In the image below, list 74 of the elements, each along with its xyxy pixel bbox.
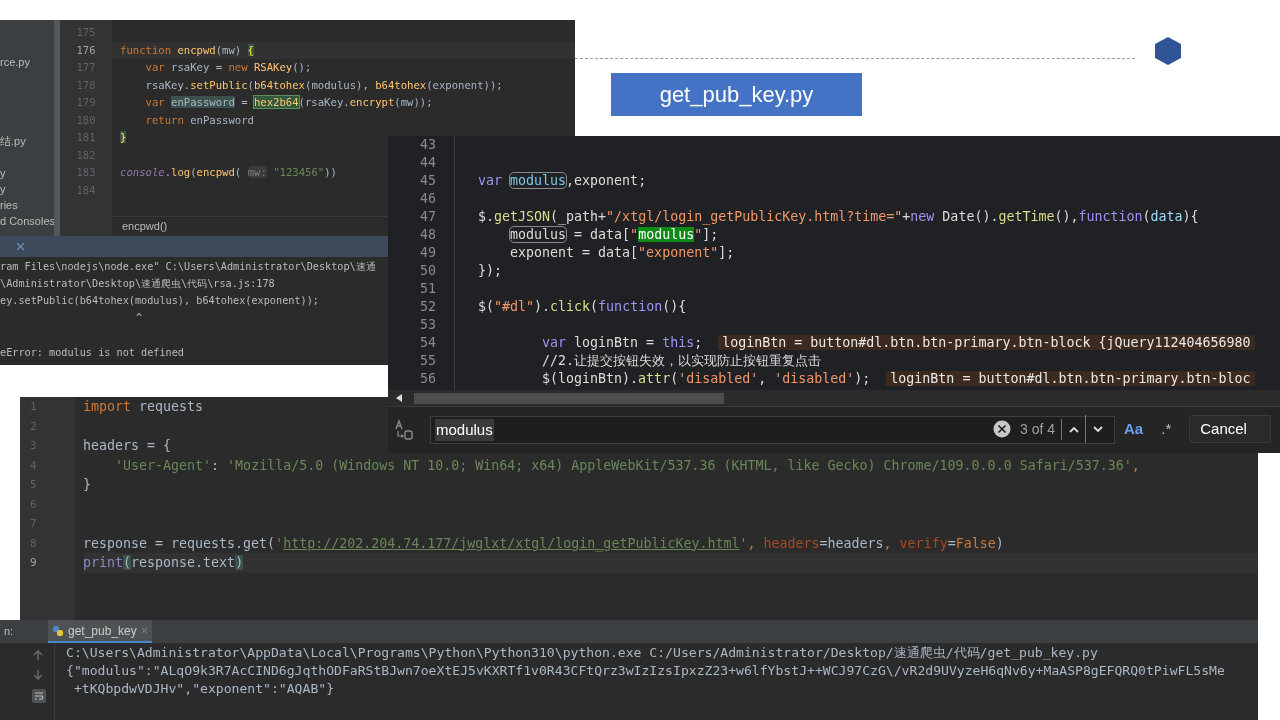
close-icon[interactable] xyxy=(16,242,25,251)
close-icon[interactable] xyxy=(140,627,148,634)
arrow-down-icon[interactable] xyxy=(32,669,44,681)
code-line: $.getJSON(_path+"/xtgl/login_getPublicKey.html?time="+new Date().getTime(),function(data){ xyxy=(478,209,1199,224)
slide-title: get_pub_key.py xyxy=(611,73,862,116)
arrow-up-icon[interactable] xyxy=(32,649,44,661)
chevron-up-icon xyxy=(1068,425,1079,433)
output-line: ^ xyxy=(135,311,143,325)
file-item[interactable]: rce.py xyxy=(0,54,30,70)
code-line: headers = { xyxy=(83,438,172,453)
code-line: console.log(encpwd( mw: "123456")) xyxy=(120,166,337,178)
horizontal-scrollbar[interactable] xyxy=(388,390,1280,406)
file-item[interactable]: y xyxy=(0,181,6,197)
code-line: var loginBtn = this; loginBtn = button#dl.btn.btn-primary.btn-block {jQuery112404656980 xyxy=(542,335,1255,350)
code-line: import requests xyxy=(83,399,204,414)
match-case-button[interactable]: Aa xyxy=(1124,417,1144,441)
code-line: $("#dl").click(function(){ xyxy=(478,299,687,314)
line-number: 51 xyxy=(420,280,436,298)
output-line: +tKQbpdwVDJHv","exponent":"AQAB"} xyxy=(72,680,335,698)
clear-icon[interactable] xyxy=(993,420,1011,438)
line-number: 52 xyxy=(420,298,436,316)
line-number: 47 xyxy=(420,208,436,226)
run-tab[interactable]: get_pub_key xyxy=(48,620,152,643)
code-line: modulus = data["modulus"]; xyxy=(510,227,719,242)
code-line: //2.让提交按钮失效，以实现防止按钮重复点击 xyxy=(542,353,822,368)
regex-button[interactable]: .* xyxy=(1161,417,1172,441)
scrollbar-thumb[interactable] xyxy=(414,392,724,404)
wrap-icon[interactable] xyxy=(32,689,46,703)
code-line: } xyxy=(83,477,91,492)
breadcrumb[interactable]: encpwd() xyxy=(122,218,168,235)
line-number: 56 xyxy=(420,370,436,388)
code-line: return enPassword xyxy=(144,113,254,126)
line-number: 44 xyxy=(420,154,436,172)
output-line: ey.setPublic(b64tohex(modulus), b64tohex(exponent)); xyxy=(0,294,319,308)
line-number: 9 xyxy=(30,555,38,571)
line-number: 46 xyxy=(420,190,436,208)
line-number: 50 xyxy=(420,262,436,280)
output-line: C:\Users\Administrator\AppData\Local\Programs\Python\Python310\python.exe C:/Users/Administrator/Desktop/速通爬虫/代码/get_pub_key.py xyxy=(66,644,1098,662)
panel-label: n: xyxy=(3,624,15,640)
code-line: var enPassword = hex2b64(rsaKey.encrypt(mw)); xyxy=(144,96,433,108)
line-number: 54 xyxy=(420,334,436,352)
scroll-left-icon[interactable] xyxy=(396,394,402,402)
output-line: \Administrator\Desktop\速通爬虫\代码\rsa.js:178 xyxy=(0,277,275,291)
code-line: exponent = data["exponent"]; xyxy=(510,245,735,260)
replace-icon[interactable] xyxy=(394,419,414,441)
line-number: 53 xyxy=(420,316,436,334)
code-line: var rsaKey = new RSAKey(); xyxy=(144,61,312,73)
line-number: 49 xyxy=(420,244,436,262)
output-line: eError: modulus is not defined xyxy=(0,346,184,360)
line-number: 176 xyxy=(76,42,96,58)
code-line: $(loginBtn).attr('disabled', 'disabled'); loginBtn = button#dl.btn.btn-primary.btn-bloc xyxy=(542,371,1255,386)
line-number: 45 xyxy=(420,172,436,190)
line-number: 43 xyxy=(420,136,436,154)
file-item[interactable]: y xyxy=(0,165,6,181)
line-number: 55 xyxy=(420,352,436,370)
scrollbar[interactable] xyxy=(54,20,60,236)
code-line: 'User-Agent': 'Mozilla/5.0 (Windows NT 10.0; Win64; x64) AppleWebKit/537.36 (KHTML, like Gecko) Chrome/109.0.0.0 Safari/537.36', xyxy=(114,457,1140,473)
python-icon xyxy=(52,624,64,637)
chevron-down-icon xyxy=(1093,425,1104,433)
file-item[interactable]: ries xyxy=(0,197,18,213)
file-item[interactable]: d Consoles xyxy=(0,213,56,229)
output-line: ram Files\nodejs\node.exe" C:\Users\Administrator\Desktop\速通 xyxy=(0,260,376,274)
line-number: 48 xyxy=(420,226,436,244)
code-line: function encpwd(mw) { xyxy=(120,43,254,56)
file-item[interactable]: 结.py xyxy=(0,133,26,149)
code-line: rsaKey.setPublic(b64tohex(modulus), b64tohex(exponent)); xyxy=(144,78,503,91)
match-count: 3 of 4 xyxy=(1020,418,1063,440)
output-line: {"modulus":"ALqO9k3R7AcCIND6gJqthODFaRStBJwn7oeXtEJ5vKXRTf1v0R43CFtQrz3wIzIzsIpxzZ23+w6lfYbstJ++WCJ97CzG\/vR2d9UVyzeH6qNv6y+MaASP8gEFQRQ0tPiwFL5sMe xyxy=(66,662,1225,680)
code-line: var modulus,exponent; xyxy=(478,173,647,188)
code-line: }); xyxy=(478,263,503,278)
code-line: print(response.text) xyxy=(83,555,244,570)
code-line: response = requests.get('http://202.204.74.177/jwglxt/xtgl/login_getPublicKey.html', headers=headers, verify=False) xyxy=(83,535,1004,551)
cancel-button[interactable]: Cancel xyxy=(1189,415,1272,443)
hexagon-icon xyxy=(1154,36,1182,66)
